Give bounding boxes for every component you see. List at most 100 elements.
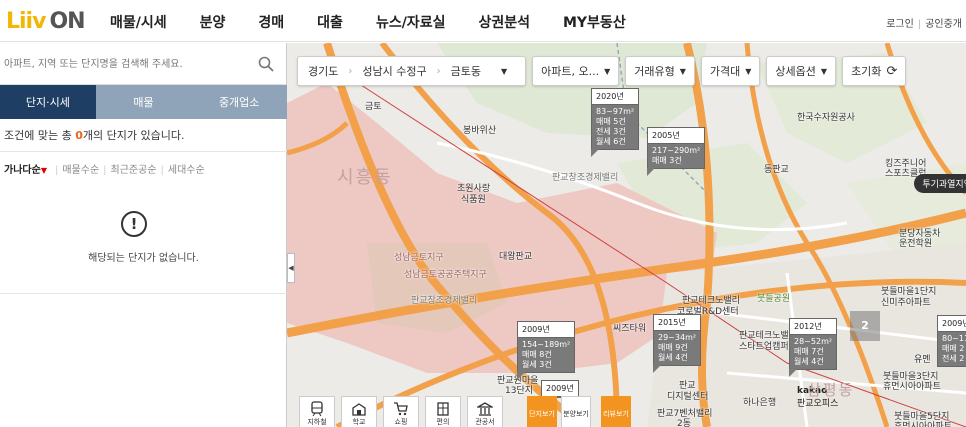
- result-count-number: 0: [75, 129, 83, 142]
- search-icon[interactable]: [258, 56, 274, 72]
- map-label: 동판교: [764, 165, 789, 175]
- filter-detail-options[interactable]: 상세옵션 ▼: [766, 56, 837, 86]
- logo-text: Liiv: [6, 9, 46, 34]
- tab-agents[interactable]: 중개업소: [191, 85, 288, 119]
- presale-view-button[interactable]: 분양보기: [561, 396, 591, 427]
- map-label: 13단지: [505, 386, 534, 396]
- cart-icon: [394, 402, 408, 416]
- main-menu: 매물/시세 분양 경매 대출 뉴스/자료실 상권분석 MY부동산: [110, 12, 659, 32]
- breadcrumb-province[interactable]: 경기도: [298, 63, 348, 79]
- complex-marker[interactable]: 2020년 83~97m² 매매 5건 전세 3건 월세 6건: [591, 88, 640, 157]
- filter-property-type[interactable]: 아파트, 오... ▼: [532, 56, 620, 86]
- agent-link[interactable]: 공인중개: [925, 19, 962, 30]
- divider: [0, 293, 287, 294]
- public-office-layer-button[interactable]: 관공서: [467, 396, 503, 427]
- cluster-marker[interactable]: 2: [850, 311, 880, 341]
- result-count: 조건에 맞는 총 0개의 단지가 있습니다.: [4, 129, 185, 142]
- sort-recent-built[interactable]: 최근준공순: [111, 165, 157, 176]
- map-layer-tools: 지하철 학교 쇼핑 편의 관공서: [299, 396, 509, 427]
- sort-options: 가나다순▼ | 매물수순 | 최근준공순 | 세대수순: [4, 165, 205, 176]
- map-label: 붓들공원: [757, 294, 791, 304]
- sort-alphabetical[interactable]: 가나다순: [4, 165, 41, 176]
- top-nav: Liiv ON 매물/시세 분양 경매 대출 뉴스/자료실 상권분석 MY부동산…: [0, 0, 966, 42]
- menu-item-presale[interactable]: 분양: [200, 12, 226, 32]
- map-label: 휴먼시아아파트: [883, 382, 941, 392]
- investment-zone-badge[interactable]: 투기과열지역: [914, 174, 966, 193]
- government-icon: [477, 402, 493, 416]
- chevron-down-icon: ▼: [820, 66, 828, 76]
- complex-marker[interactable]: 2009년 154~189m² 매매 8건 월세 3건: [517, 321, 576, 380]
- map-label: 봉바위산: [463, 126, 497, 136]
- map-region-label: 삼평동: [807, 381, 855, 399]
- map-label: 성남금토지구: [394, 253, 444, 263]
- complex-marker[interactable]: 2009년 80~11매매 2전세 2: [937, 315, 966, 367]
- complex-marker[interactable]: 2005년 217~290m² 매매 3건: [647, 127, 706, 176]
- map-region-label: 시흥동: [337, 167, 393, 188]
- menu-item-commercial[interactable]: 상권분석: [478, 12, 530, 32]
- school-layer-button[interactable]: 학교: [341, 396, 377, 427]
- filter-price[interactable]: 가격대 ▼: [700, 56, 761, 86]
- breadcrumb-city[interactable]: 성남시 수정구: [352, 63, 436, 79]
- subway-icon: [311, 401, 323, 417]
- tab-complex-price[interactable]: 단지·시세: [0, 85, 96, 119]
- panel-tabs: 단지·시세 매물 중개업소: [0, 85, 288, 119]
- shopping-layer-button[interactable]: 쇼핑: [383, 396, 419, 427]
- map-label: 휴먼시아아파트: [894, 422, 952, 427]
- complex-marker[interactable]: 2012년 28~52m² 매매 7건 월세 4건: [789, 318, 838, 377]
- header-links: 로그인 | 공인중개: [886, 19, 962, 30]
- map-label: 씨즈타워: [613, 324, 647, 334]
- side-panel: 단지·시세 매물 중개업소 조건에 맞는 총 0개의 단지가 있습니다. 가나다…: [0, 43, 288, 427]
- sort-household-count[interactable]: 세대수순: [168, 165, 205, 176]
- menu-item-news[interactable]: 뉴스/자료실: [376, 12, 446, 32]
- subway-layer-button[interactable]: 지하철: [299, 396, 335, 427]
- convenience-layer-button[interactable]: 편의: [425, 396, 461, 427]
- menu-item-loan[interactable]: 대출: [317, 12, 343, 32]
- exclamation-icon: !: [121, 211, 147, 237]
- map-view[interactable]: ◀ 경기도 › 성남시 수정구 › 금토동 ▼ 아파트, 오... ▼ 거래유형 ▼ …: [287, 43, 966, 427]
- map-label: 디지털센터: [667, 392, 709, 402]
- login-link[interactable]: 로그인: [886, 19, 914, 30]
- chevron-down-icon: ▼: [679, 66, 686, 76]
- breadcrumb-dong[interactable]: 금토동: [441, 63, 491, 79]
- collapse-panel-button[interactable]: ◀: [287, 253, 295, 283]
- sort-listing-count[interactable]: 매물수순: [62, 165, 99, 176]
- review-view-button[interactable]: 리뷰보기: [601, 396, 631, 427]
- liiv-on-logo[interactable]: Liiv ON: [6, 8, 86, 34]
- logo-sub-text: ON: [49, 9, 85, 34]
- divider: [0, 151, 287, 152]
- tab-listings[interactable]: 매물: [95, 85, 192, 119]
- search-input[interactable]: [4, 55, 244, 73]
- menu-item-my[interactable]: MY부동산: [563, 12, 626, 32]
- filter-deal-type[interactable]: 거래유형 ▼: [625, 56, 695, 86]
- chevron-down-icon: ▼: [745, 66, 752, 76]
- menu-item-auction[interactable]: 경매: [258, 12, 284, 32]
- sort-down-arrow-icon: ▼: [40, 166, 47, 175]
- refresh-icon: ⟳: [886, 63, 898, 79]
- filter-bar: 경기도 › 성남시 수정구 › 금토동 ▼ 아파트, 오... ▼ 거래유형 ▼ 가격…: [297, 56, 912, 86]
- map-label: 식품원: [461, 195, 486, 205]
- view-toggle-buttons: 단지보기 분양보기 리뷰보기: [527, 396, 635, 427]
- map-label: 하나은행: [743, 398, 777, 408]
- map-label: 성남금토공공주택지구: [404, 270, 487, 280]
- map-label: 금토: [365, 102, 382, 112]
- location-breadcrumb: 경기도 › 성남시 수정구 › 금토동 ▼: [297, 56, 527, 86]
- building-icon: [437, 402, 449, 416]
- map-label: 신미주아파트: [881, 298, 931, 308]
- school-icon: [352, 403, 366, 416]
- chevron-down-icon: ▼: [604, 66, 611, 76]
- complex-marker[interactable]: 2015년 29~34m² 매매 9건 월세 4건: [653, 314, 702, 373]
- map-label: 2동: [677, 419, 692, 427]
- chevron-down-icon: ▼: [500, 66, 508, 76]
- map-label: 유멘: [914, 355, 931, 365]
- search-box: [0, 43, 286, 85]
- complex-view-button[interactable]: 단지보기: [527, 396, 557, 427]
- map-label: 대왕판교: [499, 252, 533, 262]
- reset-button[interactable]: 초기화 ⟳: [842, 56, 907, 86]
- map-label: 판교창조경제밸리: [411, 296, 478, 306]
- map-label: 스타트업캠퍼: [739, 342, 789, 352]
- empty-message: 해당되는 단지가 없습니다.: [88, 253, 199, 264]
- menu-item-sale[interactable]: 매물/시세: [110, 12, 167, 32]
- map-label: 운전학원: [899, 239, 933, 249]
- map-label: 판교창조경제밸리: [552, 173, 619, 183]
- map-label: 한국수자원공사: [797, 113, 855, 123]
